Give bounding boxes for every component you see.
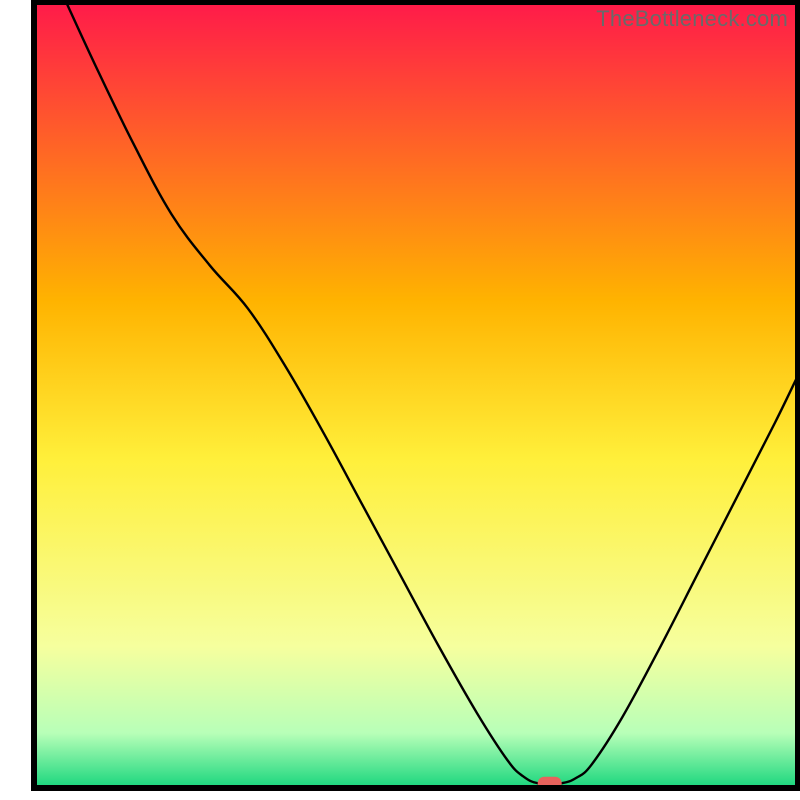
chart-svg (0, 0, 800, 800)
gradient-background (34, 2, 798, 788)
bottleneck-chart: TheBottleneck.com (0, 0, 800, 800)
plot-area (34, 2, 798, 790)
watermark-text: TheBottleneck.com (596, 6, 788, 32)
